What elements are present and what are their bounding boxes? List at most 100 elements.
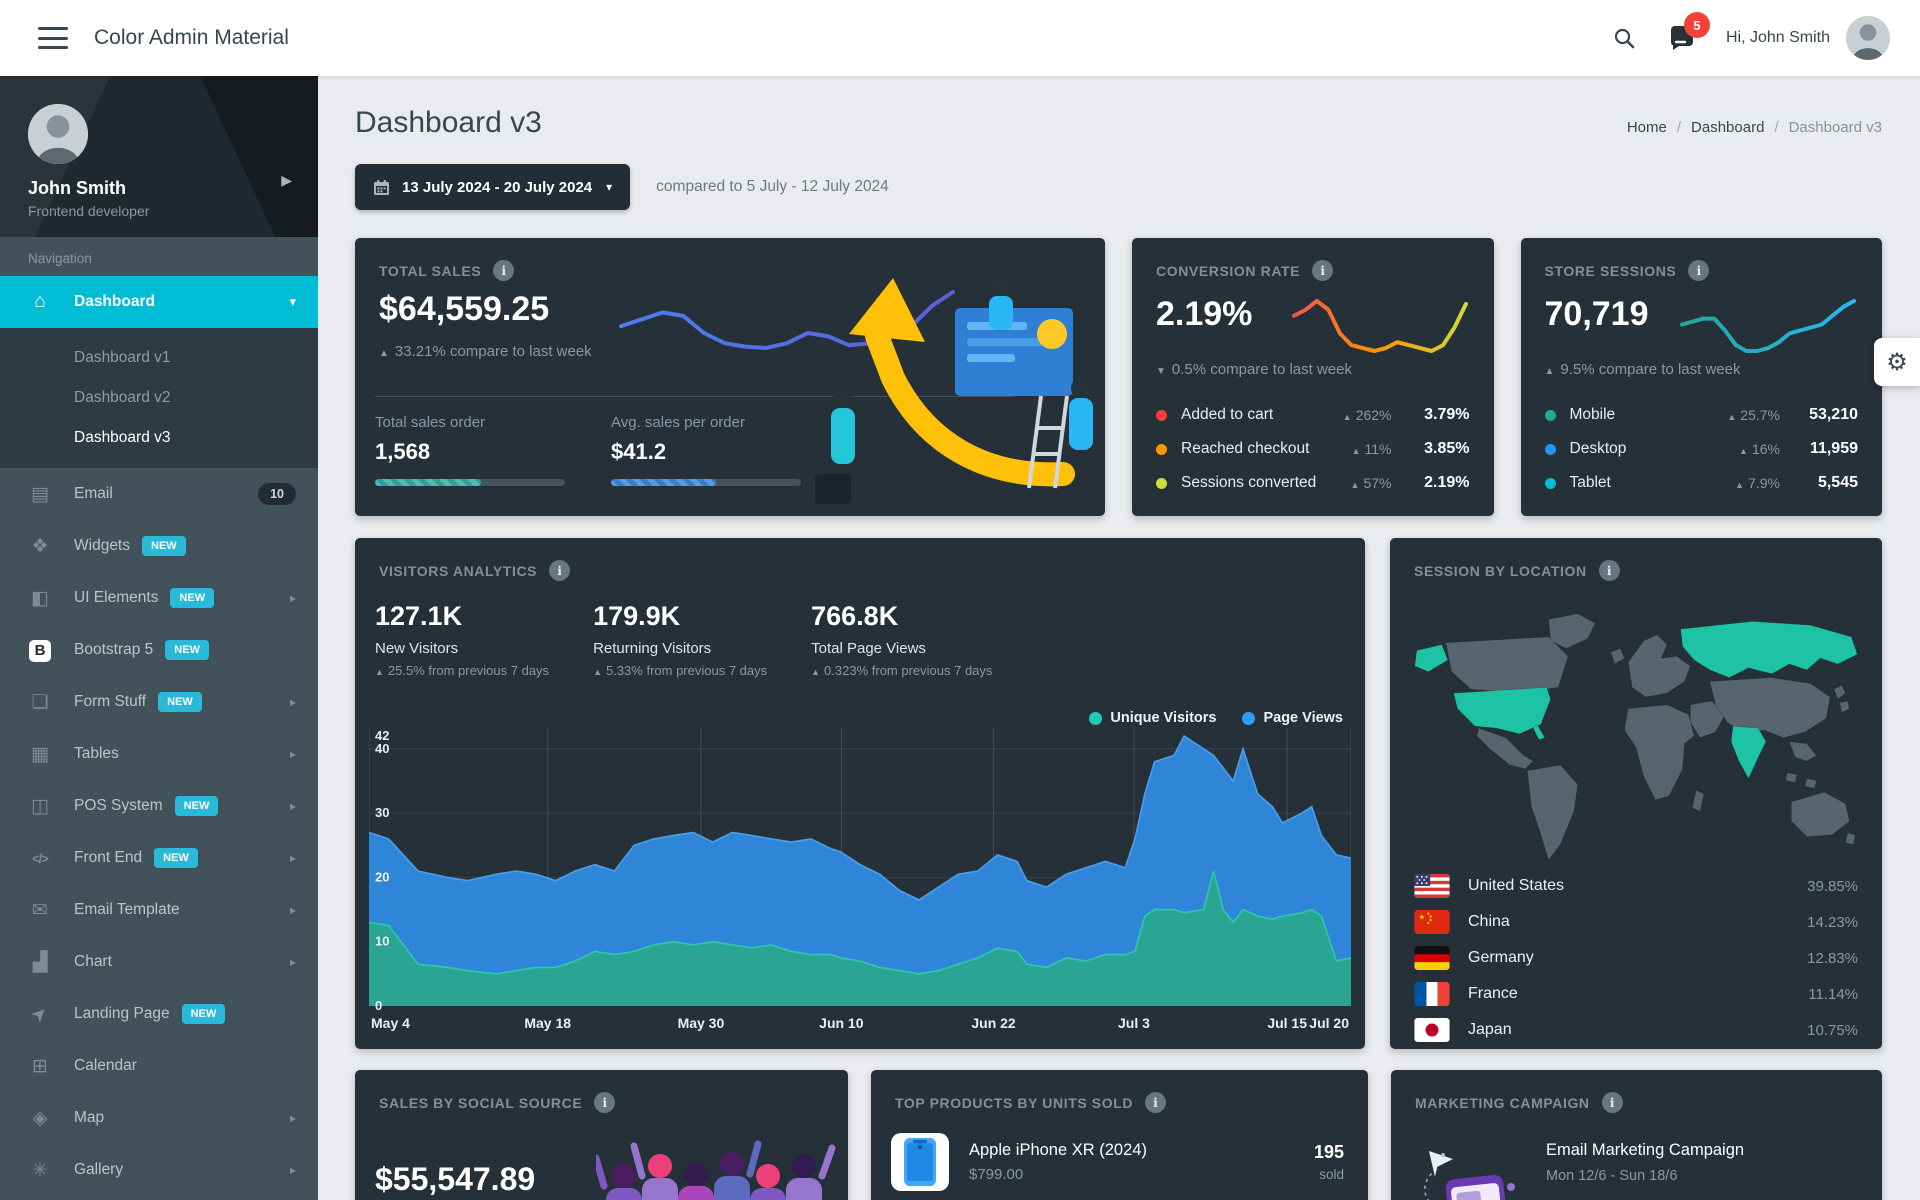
user-avatar[interactable] bbox=[1846, 16, 1890, 60]
sidebar-item-badge: NEW bbox=[165, 640, 209, 660]
chevron-right-icon: ▸ bbox=[290, 851, 296, 865]
info-icon[interactable]: i bbox=[1688, 260, 1709, 281]
sidebar-item-chart[interactable]: ▟Chart▸ bbox=[0, 936, 318, 988]
stat-delta: ▲16% bbox=[1739, 441, 1780, 457]
chart-legend: Unique Visitors Page Views bbox=[1089, 710, 1343, 726]
gear-icon: ⚙ bbox=[1886, 348, 1908, 377]
sidebar-item-widgets[interactable]: ❖WidgetsNEW bbox=[0, 520, 318, 572]
sidebar-item-email[interactable]: ▤Email10 bbox=[0, 468, 318, 520]
app-header: Color Admin Material 5 Hi, John Smith bbox=[0, 0, 1920, 76]
stat-delta: ▲57% bbox=[1351, 475, 1392, 491]
chevron-right-icon: ▸ bbox=[290, 1111, 296, 1125]
series-dot bbox=[1545, 478, 1556, 489]
sidebar-item-email-template[interactable]: ✉Email Template▸ bbox=[0, 884, 318, 936]
sidebar-item-gallery[interactable]: ✳Gallery▸ bbox=[0, 1144, 318, 1196]
country-row-us: United States39.85% bbox=[1414, 868, 1858, 904]
breadcrumb-dashboard[interactable]: Dashboard bbox=[1691, 119, 1764, 136]
card-title: VISITORS ANALYTICS bbox=[379, 563, 537, 579]
sidebar-item-pos-system[interactable]: ◫POS SystemNEW▸ bbox=[0, 780, 318, 832]
info-icon[interactable]: i bbox=[1599, 560, 1620, 581]
country-value: 14.23% bbox=[1807, 914, 1858, 931]
home-icon: ⌂ bbox=[28, 291, 52, 313]
notifications-button[interactable]: 5 bbox=[1660, 16, 1704, 60]
card-title: STORE SESSIONS bbox=[1545, 263, 1677, 279]
date-range-label: 13 July 2024 - 20 July 2024 bbox=[402, 179, 592, 196]
info-icon[interactable]: i bbox=[1145, 1092, 1166, 1113]
series-dot bbox=[1156, 444, 1167, 455]
calendar-icon bbox=[373, 179, 390, 196]
sidebar-item-dashboard[interactable]: ⌂Dashboard▾ bbox=[0, 276, 318, 328]
visitor-stat: 127.1KNew Visitors▲25.5% from previous 7… bbox=[375, 601, 549, 678]
user-greeting: Hi, John Smith bbox=[1726, 29, 1830, 47]
sidebar-profile[interactable]: John Smith Frontend developer ▶ bbox=[0, 76, 318, 237]
sidebar-item-label: Gallery bbox=[74, 1161, 123, 1179]
calendar-icon: ⊞ bbox=[28, 1055, 52, 1078]
sales-by-social-card: SALES BY SOCIAL SOURCE i $55,547.89 ▲45.… bbox=[355, 1070, 848, 1200]
product-price: $799.00 bbox=[969, 1166, 1147, 1183]
sidebar-item-label: Email Template bbox=[74, 901, 180, 919]
info-icon[interactable]: i bbox=[1312, 260, 1333, 281]
conversion-sparkline bbox=[1290, 297, 1470, 355]
svg-text:Jul 3: Jul 3 bbox=[1118, 1015, 1150, 1031]
sidebar-item-bootstrap-5[interactable]: BBootstrap 5NEW bbox=[0, 624, 318, 676]
sidebar-item-map[interactable]: ◈Map▸ bbox=[0, 1092, 318, 1144]
chevron-down-icon: ▾ bbox=[606, 180, 612, 194]
sidebar-item-label: Calendar bbox=[74, 1057, 137, 1075]
country-value: 12.83% bbox=[1807, 950, 1858, 967]
svg-text:30: 30 bbox=[375, 805, 389, 820]
product-units: 195 bbox=[1314, 1142, 1344, 1163]
sidebar-item-landing-page[interactable]: ➤Landing PageNEW bbox=[0, 988, 318, 1040]
email-template-icon: ✉ bbox=[28, 899, 52, 922]
info-icon[interactable]: i bbox=[549, 560, 570, 581]
settings-button[interactable]: ⚙ bbox=[1874, 338, 1920, 386]
chevron-down-icon: ▾ bbox=[289, 294, 296, 310]
breadcrumb-home[interactable]: Home bbox=[1627, 119, 1667, 136]
conversion-rate-card: CONVERSION RATE i 2.19% ▼0.5% compare to… bbox=[1132, 238, 1494, 516]
sidebar-item-front-end[interactable]: </>Front EndNEW▸ bbox=[0, 832, 318, 884]
svg-text:Jul 15: Jul 15 bbox=[1267, 1015, 1307, 1031]
stat-delta: ▲7.9% bbox=[1735, 475, 1780, 491]
svg-text:Jun 22: Jun 22 bbox=[971, 1015, 1016, 1031]
mini-stat-value: $41.2 bbox=[611, 439, 801, 465]
info-icon[interactable]: i bbox=[1602, 1092, 1623, 1113]
country-value: 11.14% bbox=[1808, 986, 1858, 1003]
landing-icon: ➤ bbox=[28, 1003, 52, 1026]
sidebar-subitem-dashboard-v2[interactable]: Dashboard v2 bbox=[0, 378, 318, 418]
mini-stat-label: Total sales order bbox=[375, 414, 565, 431]
sidebar-item-label: Widgets bbox=[74, 537, 130, 555]
svg-text:May 30: May 30 bbox=[678, 1015, 725, 1031]
menu-toggle-button[interactable] bbox=[38, 27, 68, 49]
campaign-row: Email Marketing Campaign Mon 12/6 - Sun … bbox=[1391, 1113, 1882, 1200]
country-row-fr: France 11.14% bbox=[1414, 976, 1858, 1012]
product-row: Apple iPhone XR (2024) $799.00 195 sold bbox=[871, 1113, 1368, 1191]
main-content: Dashboard v3 Home/Dashboard/Dashboard v3… bbox=[318, 76, 1920, 1200]
sidebar-item-calendar[interactable]: ⊞ Calendar bbox=[0, 1040, 318, 1092]
search-button[interactable] bbox=[1602, 16, 1646, 60]
mini-stat-progress bbox=[375, 479, 565, 486]
stat-row: Mobile▲25.7%53,210 bbox=[1545, 398, 1859, 432]
sidebar-subitem-dashboard-v3[interactable]: Dashboard v3 bbox=[0, 418, 318, 458]
mini-stat: Total sales order1,568 bbox=[375, 414, 565, 486]
sidebar-item-form-stuff[interactable]: ❏Form StuffNEW▸ bbox=[0, 676, 318, 728]
chevron-right-icon: ▸ bbox=[290, 799, 296, 813]
stat-row: Reached checkout▲11%3.85% bbox=[1156, 432, 1470, 466]
sidebar-item-tables[interactable]: ▦Tables▸ bbox=[0, 728, 318, 780]
date-range-button[interactable]: 13 July 2024 - 20 July 2024 ▾ bbox=[355, 164, 630, 210]
page-title: Dashboard v3 bbox=[355, 106, 542, 140]
sidebar-item-label: Chart bbox=[74, 953, 112, 971]
sidebar-item-label: Front End bbox=[74, 849, 142, 867]
stat-value: 3.85% bbox=[1392, 440, 1470, 458]
country-name: France bbox=[1468, 985, 1518, 1003]
bootstrap-icon: B bbox=[28, 639, 52, 662]
de-flag-icon bbox=[1414, 946, 1450, 970]
top-products-card: TOP PRODUCTS BY UNITS SOLD i Apple iPhon… bbox=[871, 1070, 1368, 1200]
stat-delta: ▲262% bbox=[1343, 407, 1392, 423]
search-icon bbox=[1612, 26, 1636, 50]
info-icon[interactable]: i bbox=[493, 260, 514, 281]
stat-delta: ▲11% bbox=[1352, 441, 1392, 457]
sidebar-item-ui-elements[interactable]: ◧UI ElementsNEW▸ bbox=[0, 572, 318, 624]
sessions-compare: ▲9.5% compare to last week bbox=[1521, 355, 1883, 378]
profile-name: John Smith bbox=[28, 178, 294, 199]
country-name: China bbox=[1468, 913, 1510, 931]
sidebar-subitem-dashboard-v1[interactable]: Dashboard v1 bbox=[0, 338, 318, 378]
